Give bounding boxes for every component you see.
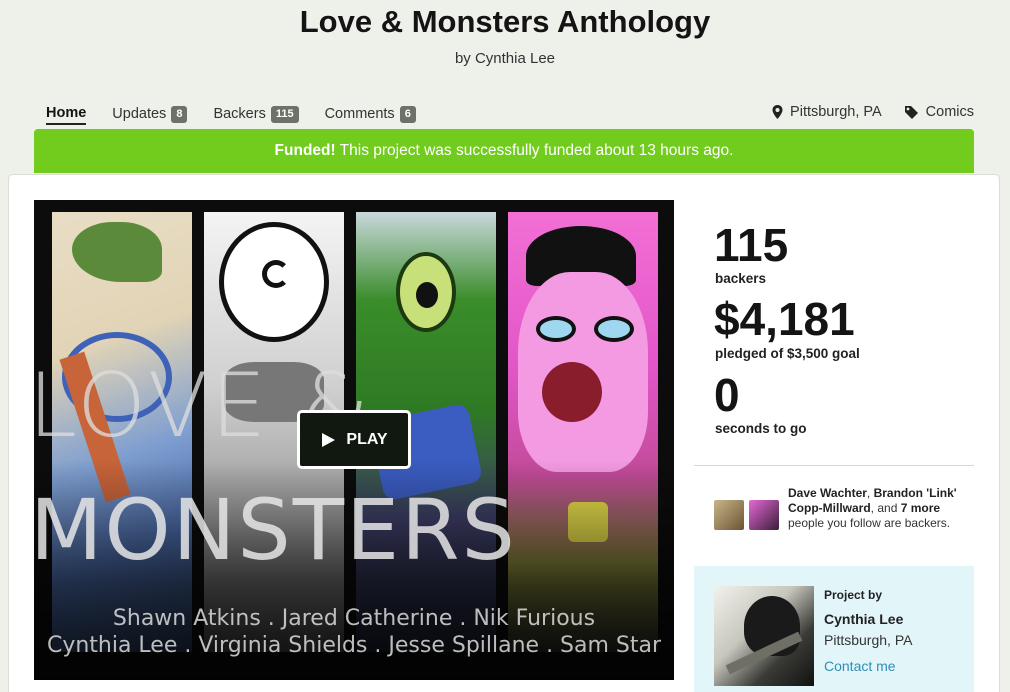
pledged-amount: $4,181	[714, 293, 855, 345]
stats-divider	[694, 465, 974, 466]
contact-creator-link[interactable]: Contact me	[824, 658, 896, 674]
project-nav: Home Updates 8 Backers 115 Comments 6	[34, 103, 442, 125]
tab-backers-label: Backers	[213, 106, 266, 122]
tab-backers[interactable]: Backers 115	[213, 103, 299, 125]
play-button[interactable]: PLAY	[297, 410, 411, 469]
comments-count-badge: 6	[399, 105, 416, 123]
backers-label: backers	[715, 271, 767, 286]
cover-credits-line-1: Shawn Atkins . Jared Catherine . Nik Fur…	[112, 606, 596, 631]
time-remaining-label: seconds to go	[715, 421, 807, 436]
play-icon	[322, 432, 336, 447]
project-by-label: Project by	[824, 588, 883, 602]
friend-link[interactable]: Dave Wachter	[788, 486, 867, 500]
funded-strong: Funded!	[274, 142, 336, 159]
tab-home[interactable]: Home	[46, 103, 87, 125]
category-link[interactable]: Comics	[904, 104, 974, 120]
time-remaining: 0	[714, 369, 740, 421]
cover-credits-line-2: Cynthia Lee . Virginia Shields . Jesse S…	[46, 633, 662, 658]
tag-icon	[904, 106, 918, 119]
location-link[interactable]: Pittsburgh, PA	[772, 104, 882, 120]
play-label: PLAY	[346, 430, 388, 448]
backers-count-badge: 115	[270, 105, 299, 123]
avatar[interactable]	[714, 500, 744, 530]
tab-comments[interactable]: Comments 6	[325, 103, 416, 125]
pledged-goal-label: pledged of $3,500 goal	[715, 346, 860, 361]
cover-title-line-2: MONSTERS	[30, 481, 517, 579]
followed-backers-text: Dave Wachter, Brandon 'Link' Copp-Millwa…	[788, 486, 963, 531]
creator-avatar[interactable]	[714, 586, 814, 686]
avatar[interactable]	[749, 500, 779, 530]
tab-comments-label: Comments	[324, 106, 395, 122]
project-byline: by Cynthia Lee	[454, 50, 556, 67]
category-label: Comics	[925, 104, 974, 120]
more-friends-link[interactable]: 7 more	[901, 501, 940, 515]
project-title: Love & Monsters Anthology	[299, 4, 711, 39]
funded-banner: Funded! This project was successfully fun…	[34, 129, 974, 173]
map-pin-icon	[772, 105, 783, 119]
creator-card: Project by Cynthia Lee Pittsburgh, PA Co…	[694, 566, 974, 692]
friend-separator: , and	[870, 501, 901, 515]
creator-location: Pittsburgh, PA	[824, 632, 913, 648]
tab-home-label: Home	[46, 104, 87, 121]
tab-updates[interactable]: Updates 8	[112, 103, 188, 125]
updates-count-badge: 8	[171, 105, 188, 123]
friend-separator: ,	[866, 486, 874, 500]
location-label: Pittsburgh, PA	[790, 104, 882, 120]
project-meta: Pittsburgh, PA Comics	[750, 104, 974, 120]
funded-message: This project was successfully funded abo…	[339, 142, 734, 159]
friend-tail: people you follow are backers.	[788, 516, 951, 530]
tab-updates-label: Updates	[112, 106, 167, 122]
creator-name[interactable]: Cynthia Lee	[824, 611, 903, 627]
backers-count: 115	[714, 219, 789, 271]
